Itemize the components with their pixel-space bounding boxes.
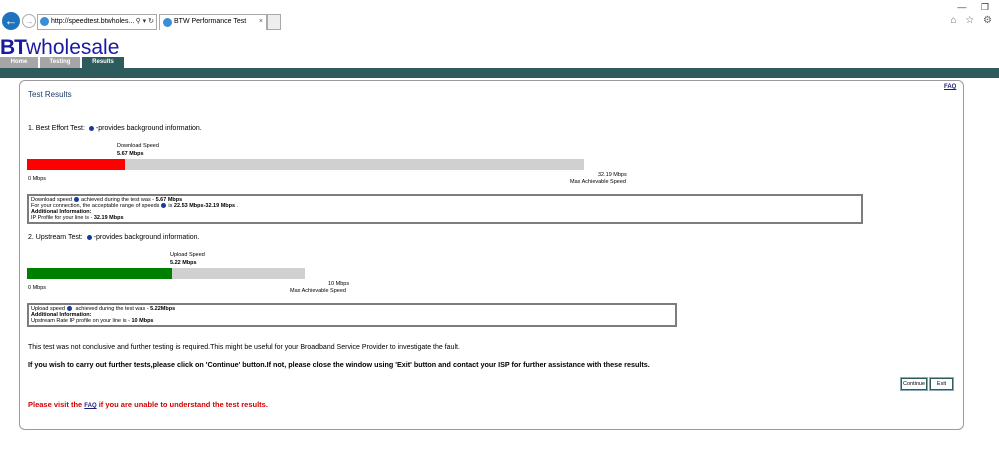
upload-speed-value: 5.22 Mbps [170,260,197,266]
download-max-label: 32.19 Mbps [598,172,627,178]
instructions-message: If you wish to carry out further tests,p… [28,360,650,369]
continue-button[interactable]: Continue [901,378,927,390]
upload-speed-label: Upload Speed [170,252,205,258]
download-heading: 1. Best Effort Test: -provides backgroun… [28,125,202,132]
upload-max-caption: Max Achievable Speed [290,288,346,294]
upload-bar-fill [27,268,172,279]
exit-button[interactable]: Exit [930,378,953,390]
address-controls[interactable]: ⚲ ▾ ↻ [136,15,154,29]
bt-wholesale-logo: BTwholesale [0,36,120,59]
download-max-caption: Max Achievable Speed [570,179,626,185]
info-icon[interactable] [161,203,167,209]
faq-link-bottom[interactable]: FAQ [84,403,96,409]
info-icon[interactable] [86,234,92,240]
info-icon[interactable] [73,197,79,203]
nav-underline-bar [0,68,999,78]
upload-max-label: 10 Mbps [328,281,350,287]
browser-chrome: ← → http://speedtest.btwholes... ⚲ ▾ ↻ B… [0,0,999,30]
ie-tab-icon [163,18,172,27]
browser-tools[interactable]: ⌂ ☆ ⚙ [950,15,995,26]
upload-min-label: 0 Mbps [28,285,47,291]
inconclusive-message: This test was not conclusive and further… [28,344,460,351]
forward-arrow-icon[interactable]: → [22,14,36,28]
ie-page-icon [40,16,49,26]
download-speed-label: Download Speed [117,143,159,149]
tab-home[interactable]: Home [0,57,38,68]
upload-heading: 2. Upstream Test: -provides background i… [28,234,200,241]
faq-link-top[interactable]: FAQ [944,84,956,90]
faq-help-message: Please visit the FAQ if you are unable t… [28,400,268,409]
address-bar[interactable]: http://speedtest.btwholes... ⚲ ▾ ↻ [37,14,157,30]
results-panel [19,80,964,430]
address-text: http://speedtest.btwholes... [51,18,135,25]
upload-info-box: Upload speed achieved during the test wa… [27,303,677,327]
download-info-box: Download speed achieved during the test w… [27,194,863,224]
download-bar-fill [27,159,125,170]
new-tab-button[interactable] [267,14,281,30]
info-icon[interactable] [66,306,72,312]
download-min-label: 0 Mbps [28,176,47,182]
tab-testing[interactable]: Testing [40,57,80,68]
tab-close-icon[interactable]: × [259,15,263,29]
download-speed-value: 5.67 Mbps [117,151,144,157]
back-arrow-icon[interactable]: ← [2,12,20,30]
info-icon[interactable] [88,125,94,131]
browser-tab[interactable]: BTW Performance Test × [159,14,267,30]
page-title: Test Results [28,90,72,99]
tab-title: BTW Performance Test [174,18,247,25]
window-controls[interactable]: — ❐ [957,2,995,13]
